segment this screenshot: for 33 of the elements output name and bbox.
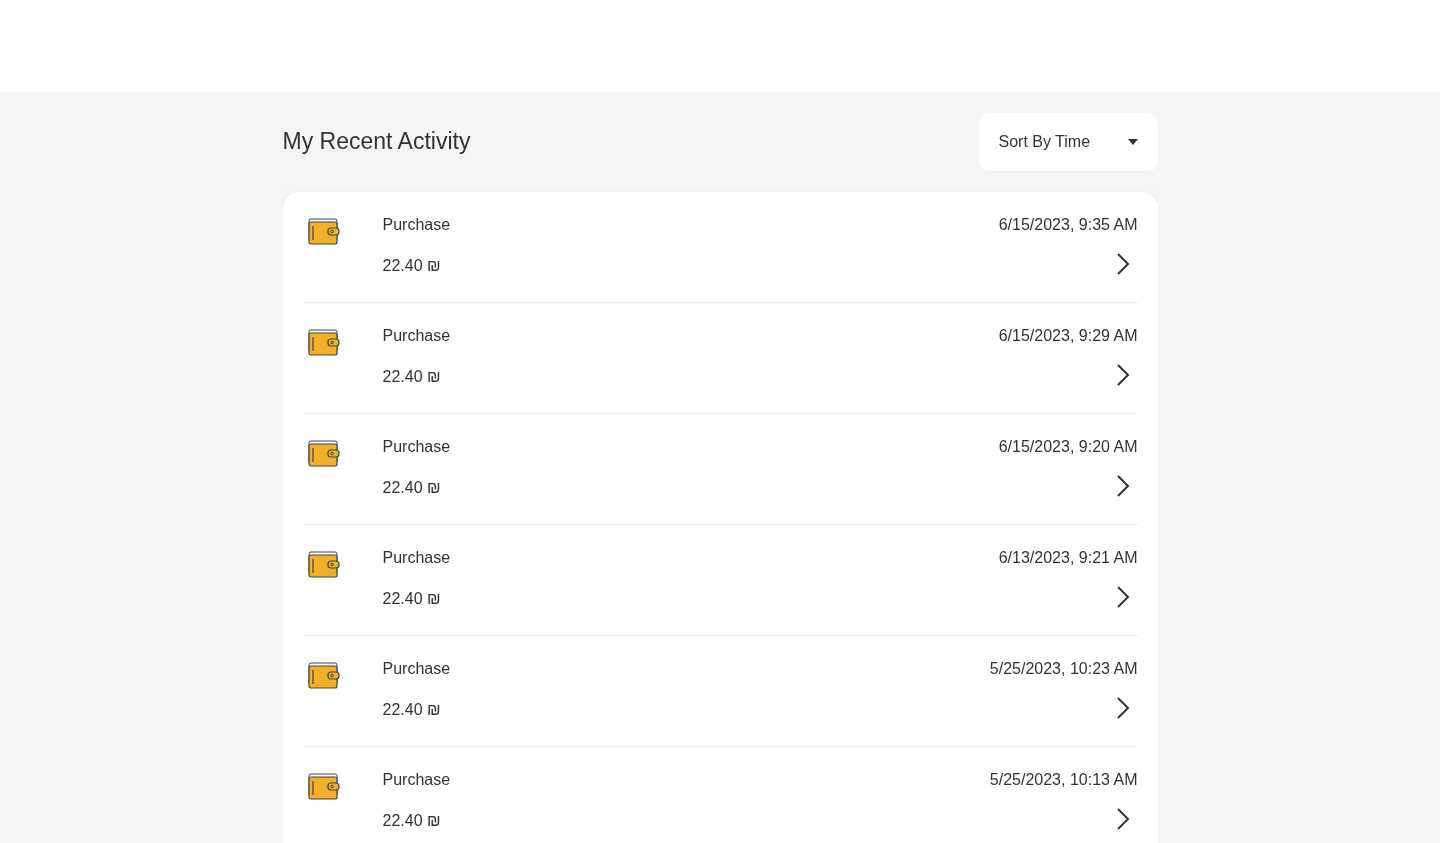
activity-time: 6/15/2023, 9:20 AM [998,437,1138,458]
activity-amount: 22.40 ₪ [382,256,442,277]
activity-type: Purchase [382,548,452,569]
chevron-right-icon[interactable] [1114,696,1131,721]
chevron-right-icon[interactable] [1114,807,1131,832]
wallet-icon [307,551,340,580]
caret-icon [1127,139,1138,146]
activity-time: 6/15/2023, 9:29 AM [998,326,1138,347]
activity-amount: 22.40 ₪ [382,700,442,721]
activity-amount: 22.40 ₪ [382,367,442,388]
activity-type: Purchase [382,659,452,680]
page-title: My Recent Activity [282,128,471,156]
activity-amount: 22.40 ₪ [382,589,442,610]
activity-type: Purchase [382,437,452,458]
wallet-icon [307,440,340,469]
chevron-right-icon[interactable] [1114,252,1131,277]
activity-time: 5/25/2023, 10:13 AM [989,770,1138,791]
activity-time: 6/13/2023, 9:21 AM [998,548,1138,569]
chevron-right-icon[interactable] [1114,585,1131,610]
activity-type: Purchase [382,215,452,236]
wallet-icon [307,329,340,358]
activity-type: Purchase [382,770,452,791]
activity-type: Purchase [382,326,452,347]
wallet-icon [307,773,340,802]
activity-time: 6/15/2023, 9:35 AM [998,215,1138,236]
activity-time: 5/25/2023, 10:23 AM [989,659,1138,680]
activity-amount: 22.40 ₪ [382,478,442,499]
activity-amount: 22.40 ₪ [382,811,442,832]
wallet-icon [307,218,340,247]
chevron-right-icon[interactable] [1114,474,1131,499]
chevron-right-icon[interactable] [1114,363,1131,388]
sort-dropdown[interactable]: Sort By Time [978,113,1158,172]
wallet-icon [307,662,340,691]
